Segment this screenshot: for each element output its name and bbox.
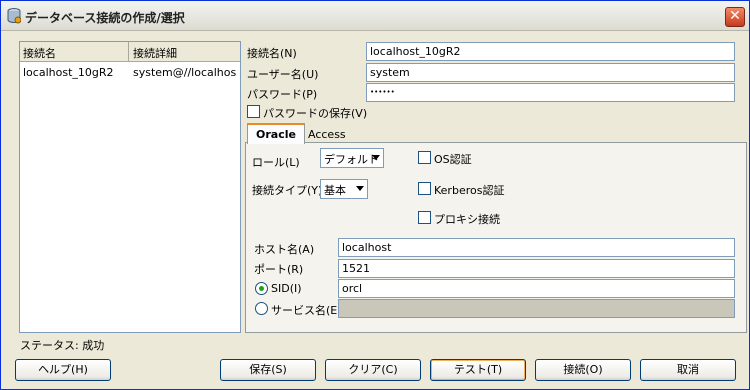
clear-button[interactable]: クリア(C)	[325, 359, 421, 381]
sid-label: SID(I)	[271, 282, 302, 295]
host-input[interactable]: localhost	[338, 238, 735, 257]
connection-type-label: 接続タイプ(Y)	[252, 184, 323, 197]
password-input[interactable]: ••••••	[366, 83, 735, 102]
username-input[interactable]: system	[366, 63, 735, 82]
save-password-label: パスワードの保存(V)	[263, 107, 368, 120]
connection-type-value: 基本	[324, 184, 346, 197]
proxy-connection-label: プロキシ接続	[434, 213, 500, 226]
proxy-connection-checkbox[interactable]	[418, 211, 431, 224]
help-button[interactable]: ヘルプ(H)	[15, 359, 111, 381]
connection-list[interactable]: 接続名 接続詳細 localhost_10gR2 system@//localh…	[19, 41, 241, 333]
password-label: パスワード(P)	[247, 88, 318, 101]
table-row[interactable]: localhost_10gR2 system@//localhos...	[20, 63, 240, 81]
column-header-detail[interactable]: 接続詳細	[133, 45, 177, 61]
connection-type-select[interactable]: 基本	[320, 179, 368, 199]
port-label: ポート(R)	[254, 263, 304, 276]
sid-input[interactable]: orcl	[338, 279, 735, 298]
save-password-checkbox[interactable]	[247, 105, 260, 118]
host-label: ホスト名(A)	[254, 243, 315, 256]
close-button[interactable]: ✕	[725, 7, 745, 27]
connection-name-input[interactable]: localhost_10gR2	[366, 42, 735, 61]
connection-list-header: 接続名 接続詳細	[20, 42, 240, 62]
status-text: ステータス: 成功	[20, 339, 105, 352]
connect-button[interactable]: 接続(O)	[535, 359, 631, 381]
chevron-down-icon	[356, 186, 364, 191]
connection-name-cell: localhost_10gR2	[23, 66, 114, 79]
database-connection-dialog: データベース接続の作成/選択 ✕ 接続名 接続詳細 localhost_10gR…	[0, 0, 750, 390]
username-label: ユーザー名(U)	[247, 68, 319, 81]
os-auth-label: OS認証	[434, 153, 472, 166]
role-label: ロール(L)	[252, 156, 300, 169]
database-icon	[7, 8, 21, 24]
service-name-radio[interactable]	[255, 302, 268, 315]
title-bar: データベース接続の作成/選択 ✕	[1, 1, 749, 31]
kerberos-label: Kerberos認証	[434, 184, 505, 197]
role-select-value: デフォルト	[324, 153, 379, 166]
column-header-name[interactable]: 接続名	[23, 45, 56, 61]
test-button[interactable]: テスト(T)	[430, 359, 526, 381]
dialog-title: データベース接続の作成/選択	[25, 11, 185, 25]
service-name-label: サービス名(E)	[271, 304, 342, 317]
chevron-down-icon	[372, 155, 380, 160]
kerberos-checkbox[interactable]	[418, 182, 431, 195]
port-input[interactable]: 1521	[338, 259, 735, 278]
tab-oracle[interactable]: Oracle	[247, 123, 305, 144]
role-select[interactable]: デフォルト	[320, 148, 384, 168]
service-name-input[interactable]	[338, 299, 735, 318]
connection-detail-cell: system@//localhos...	[133, 66, 237, 79]
save-button[interactable]: 保存(S)	[220, 359, 316, 381]
cancel-button[interactable]: 取消	[640, 359, 736, 381]
os-auth-checkbox[interactable]	[418, 151, 431, 164]
column-divider[interactable]	[128, 42, 129, 62]
sid-radio[interactable]	[255, 282, 268, 295]
connection-name-label: 接続名(N)	[247, 47, 297, 60]
